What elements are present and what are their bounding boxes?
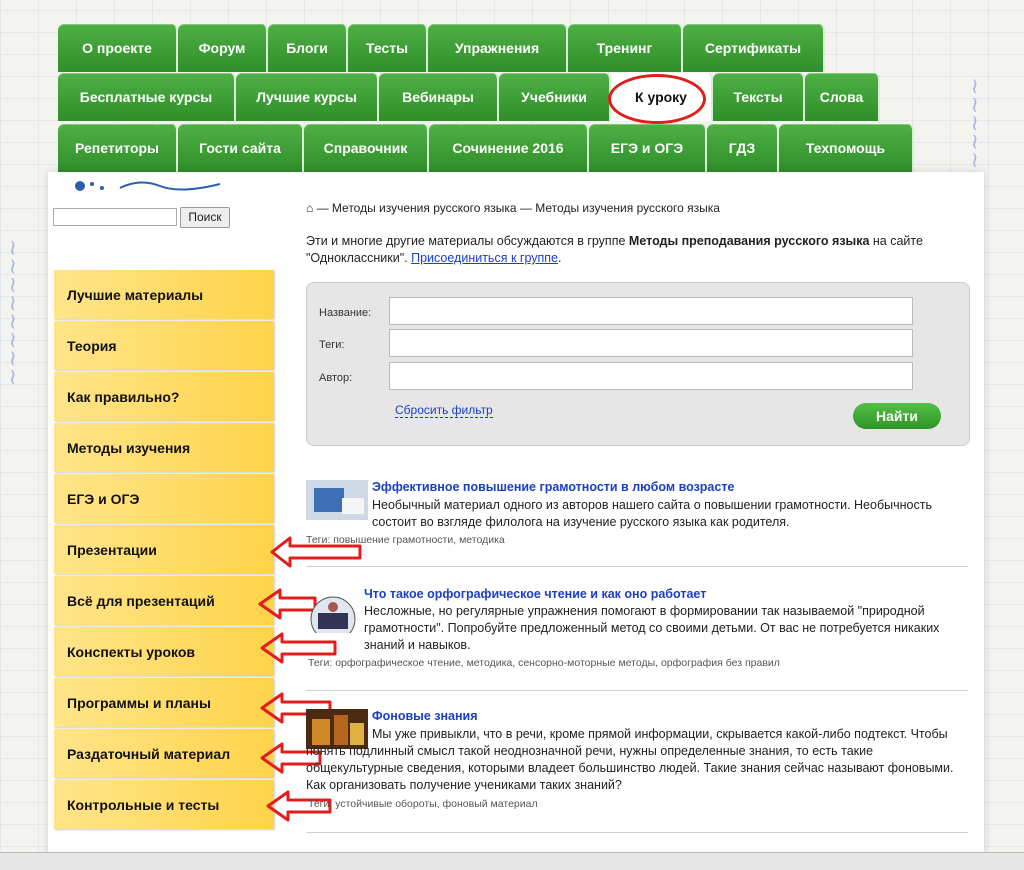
breadcrumb[interactable]: ⌂ — Методы изучения русского языка — Мет… bbox=[306, 201, 720, 215]
article-description: Необычный материал одного из авторов наш… bbox=[372, 498, 932, 529]
article-title[interactable]: Эффективное повышение грамотности в любо… bbox=[372, 480, 734, 494]
tab-blogs[interactable]: Блоги bbox=[268, 24, 348, 72]
list-item: Эффективное повышение грамотности в любо… bbox=[306, 480, 968, 550]
sidebar-item-how-correct[interactable]: Как правильно? bbox=[54, 372, 274, 421]
article-description: Мы уже привыкли, что в речи, кроме прямо… bbox=[306, 727, 954, 792]
tags-label: Теги: bbox=[319, 339, 345, 351]
article-tags[interactable]: Теги: повышение грамотности, методика bbox=[306, 534, 505, 546]
sidebar-item-ege-oge[interactable]: ЕГЭ и ОГЭ bbox=[54, 474, 274, 523]
tab-webinars[interactable]: Вебинары bbox=[379, 73, 499, 121]
tags-input[interactable] bbox=[389, 329, 913, 357]
tab-certificates[interactable]: Сертификаты bbox=[683, 24, 825, 72]
tab-words[interactable]: Слова bbox=[805, 73, 880, 121]
divider bbox=[306, 690, 968, 691]
tab-free-courses[interactable]: Бесплатные курсы bbox=[58, 73, 236, 121]
sidebar-item-lesson-notes[interactable]: Конспекты уроков bbox=[54, 627, 274, 676]
tab-guests[interactable]: Гости сайта bbox=[178, 124, 304, 172]
sidebar-item-handouts[interactable]: Раздаточный материал bbox=[54, 729, 274, 778]
tab-best-courses[interactable]: Лучшие курсы bbox=[236, 73, 379, 121]
highlight-circle bbox=[608, 74, 706, 124]
divider bbox=[306, 832, 968, 833]
list-item: Фоновые знания Мы уже привыкли, что в ре… bbox=[306, 709, 968, 819]
article-thumbnail[interactable] bbox=[306, 593, 368, 633]
join-group-link[interactable]: Присоединиться к группе bbox=[411, 251, 558, 265]
sidebar-item-for-presentations[interactable]: Всё для презентаций bbox=[54, 576, 274, 625]
nav-row-3: Репетиторы Гости сайта Справочник Сочине… bbox=[58, 124, 914, 172]
tab-texts[interactable]: Тексты bbox=[713, 73, 805, 121]
logo-splash-icon bbox=[70, 176, 230, 196]
filter-form: Название: Теги: Автор: Сбросить фильтр Н… bbox=[306, 282, 970, 446]
tab-tests[interactable]: Тесты bbox=[348, 24, 428, 72]
divider bbox=[306, 566, 968, 567]
sidebar-item-programs[interactable]: Программы и планы bbox=[54, 678, 274, 727]
author-input[interactable] bbox=[389, 362, 913, 390]
reset-filter-link[interactable]: Сбросить фильтр bbox=[395, 403, 493, 418]
sidebar-item-presentations[interactable]: Презентации bbox=[54, 525, 274, 574]
nav-row-2: Бесплатные курсы Лучшие курсы Вебинары У… bbox=[58, 73, 880, 121]
intro-text: Эти и многие другие материалы обсуждаютс… bbox=[306, 234, 923, 265]
article-tags[interactable]: Теги: устойчивые обороты, фоновый матери… bbox=[308, 798, 538, 810]
article-title[interactable]: Фоновые знания bbox=[372, 709, 478, 723]
name-input[interactable] bbox=[389, 297, 913, 325]
sidebar-item-tests[interactable]: Контрольные и тесты bbox=[54, 780, 274, 829]
sidebar-item-theory[interactable]: Теория bbox=[54, 321, 274, 370]
tab-exercises[interactable]: Упражнения bbox=[428, 24, 568, 72]
article-title[interactable]: Что такое орфографическое чтение и как о… bbox=[364, 587, 706, 601]
name-label: Название: bbox=[319, 307, 372, 319]
tab-tech-help[interactable]: Техпомощь bbox=[779, 124, 914, 172]
tab-ege-oge[interactable]: ЕГЭ и ОГЭ bbox=[589, 124, 707, 172]
sidebar-menu: Лучшие материалы Теория Как правильно? М… bbox=[54, 270, 274, 831]
sidebar-item-methods[interactable]: Методы изучения bbox=[54, 423, 274, 472]
search-input[interactable] bbox=[53, 208, 177, 226]
nav-row-1: О проекте Форум Блоги Тесты Упражнения Т… bbox=[58, 24, 825, 72]
tab-essay-2016[interactable]: Сочинение 2016 bbox=[429, 124, 589, 172]
background-handwriting: ~~~~~~~~ bbox=[1, 238, 27, 387]
article-thumbnail[interactable] bbox=[306, 480, 368, 520]
article-description: Несложные, но регулярные упражнения помо… bbox=[364, 604, 940, 652]
tab-about[interactable]: О проекте bbox=[58, 24, 178, 72]
search-button[interactable]: Поиск bbox=[180, 207, 230, 228]
tab-tutors[interactable]: Репетиторы bbox=[58, 124, 178, 172]
author-label: Автор: bbox=[319, 372, 353, 384]
taskbar bbox=[0, 852, 1024, 870]
tab-training[interactable]: Тренинг bbox=[568, 24, 683, 72]
tab-gdz[interactable]: ГДЗ bbox=[707, 124, 779, 172]
tab-forum[interactable]: Форум bbox=[178, 24, 268, 72]
find-button[interactable]: Найти bbox=[853, 403, 941, 429]
tab-textbooks[interactable]: Учебники bbox=[499, 73, 611, 121]
sidebar-item-best[interactable]: Лучшие материалы bbox=[54, 270, 274, 319]
group-name: Методы преподавания русского языка bbox=[628, 234, 870, 248]
tab-reference[interactable]: Справочник bbox=[304, 124, 429, 172]
list-item: Что такое орфографическое чтение и как о… bbox=[306, 587, 968, 672]
article-tags[interactable]: Теги: орфографическое чтение, методика, … bbox=[308, 657, 780, 669]
